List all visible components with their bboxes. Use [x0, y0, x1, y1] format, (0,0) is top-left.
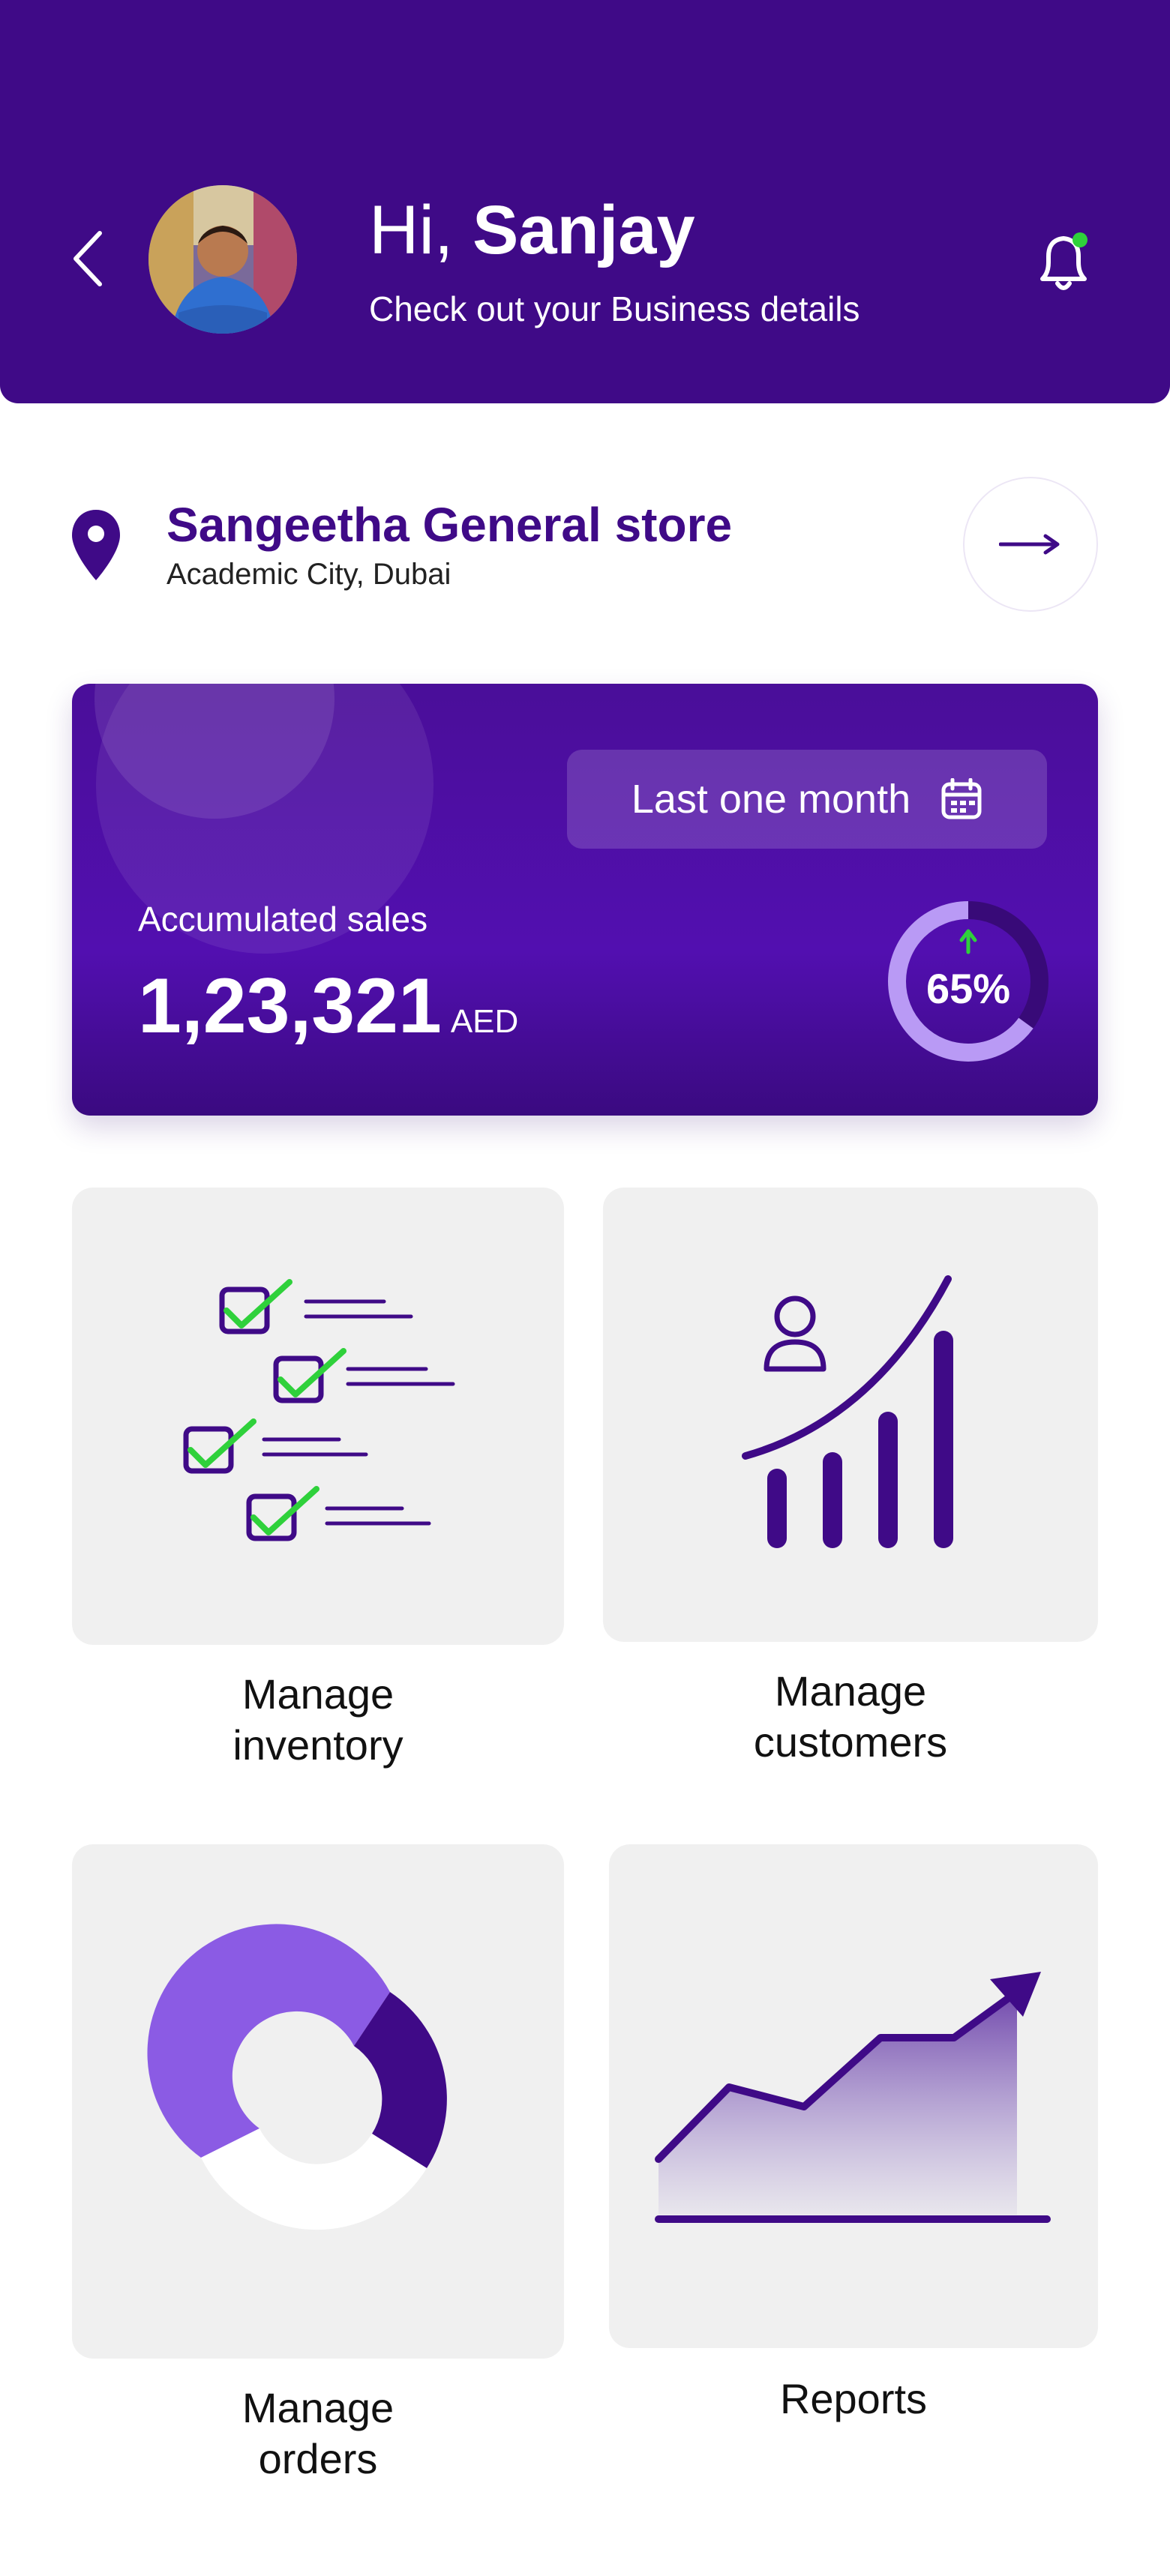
tile-label: Manage orders — [242, 2384, 394, 2482]
greeting-subtitle: Check out your Business details — [369, 289, 860, 328]
donut-chart-icon — [147, 1924, 447, 2230]
app-header: Hi, Sanjay Check out your Business detai… — [0, 0, 1170, 403]
tile-label: Reports — [779, 2375, 928, 2422]
avatar[interactable] — [148, 185, 297, 334]
back-button[interactable] — [66, 225, 111, 292]
bell-icon — [1040, 232, 1088, 290]
store-name[interactable]: Sangeetha General store — [166, 496, 732, 553]
reports-tile[interactable] — [609, 1844, 1098, 2348]
arrow-right-icon — [999, 534, 1060, 555]
sales-label: Accumulated sales — [138, 900, 428, 939]
greeting-prefix: Hi, — [369, 192, 454, 268]
sales-value: 1,23,321 AED — [138, 961, 518, 1051]
growth-percent: 65% — [926, 965, 1011, 1012]
manage-orders-tile[interactable] — [72, 1844, 564, 2359]
greeting-title: Hi, Sanjay — [369, 189, 695, 271]
sales-amount: 1,23,321 — [138, 963, 442, 1050]
user-photo — [148, 185, 297, 334]
store-details-button[interactable] — [963, 477, 1098, 612]
tile-label: Manage inventory — [232, 1670, 404, 1769]
manage-inventory-tile[interactable] — [72, 1188, 564, 1645]
notifications-button[interactable] — [1028, 225, 1102, 300]
store-location: Academic City, Dubai — [166, 558, 452, 591]
trend-chart-icon — [655, 1972, 1051, 2223]
customer-growth-icon — [742, 1275, 953, 1548]
manage-customers-tile[interactable] — [603, 1188, 1098, 1642]
calendar-icon — [941, 778, 982, 819]
period-selector[interactable]: Last one month — [567, 750, 1047, 849]
notification-dot — [1072, 232, 1088, 247]
location-pin-icon — [72, 510, 120, 580]
checklist-icon — [183, 1279, 455, 1541]
period-label: Last one month — [631, 777, 911, 822]
user-name: Sanjay — [472, 192, 695, 268]
sales-summary-card: Last one month Accumulated sales 1,23,32… — [72, 684, 1098, 1116]
tile-label: Manage customers — [753, 1667, 948, 1766]
arrow-up-icon — [959, 929, 977, 954]
sales-currency: AED — [450, 1003, 519, 1040]
chevron-left-icon — [74, 231, 102, 286]
